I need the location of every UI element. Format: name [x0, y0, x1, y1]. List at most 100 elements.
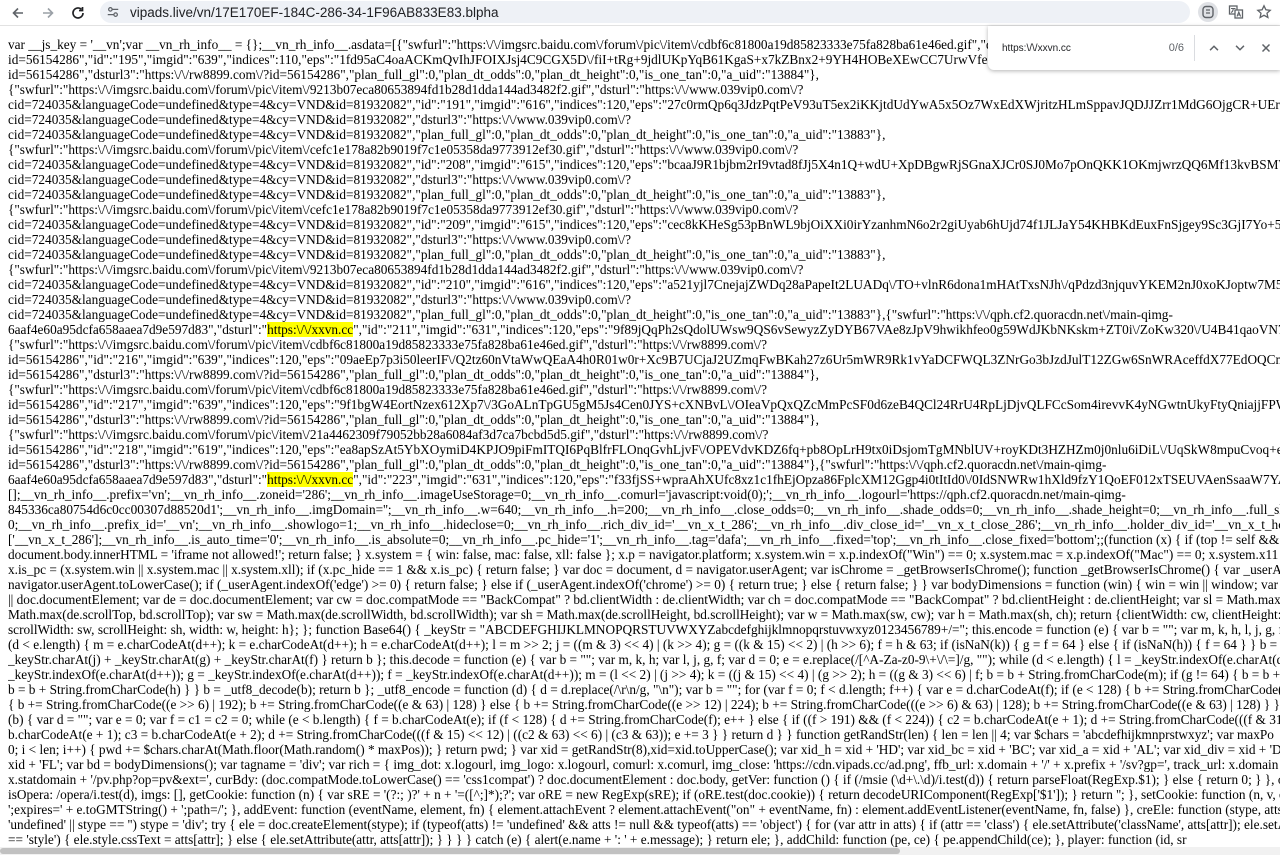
source-text-segment: (d < e.length) { m = e.charCodeAt(d++); …	[8, 637, 1280, 652]
source-line: cid=724035&languageCode=undefined&type=4…	[8, 97, 1280, 112]
find-highlight: https:\/\/xxvn.cc	[267, 472, 354, 487]
source-text-segment: {"swfurl":"https:\/\/imgsrc.baidu.com\/f…	[8, 382, 767, 397]
source-line: navigator.userAgent.toLowerCase(); if (_…	[8, 577, 1280, 592]
forward-button[interactable]	[36, 1, 60, 25]
source-text-segment: == 'style') { ele.style.cssText = atts[a…	[8, 832, 1187, 847]
source-text-segment: || doc.documentElement; var de = doc.doc…	[8, 592, 1280, 607]
source-line: id=56154286","dsturl3":"https:\/\/rw8899…	[8, 457, 1280, 472]
source-line: cid=724035&languageCode=undefined&type=4…	[8, 217, 1280, 232]
horizontal-scrollbar[interactable]	[0, 847, 1280, 855]
source-line: cid=724035&languageCode=undefined&type=4…	[8, 172, 1280, 187]
source-text-segment: Math.max(de.scrollTop, bd.scrollTop); va…	[8, 607, 1280, 622]
source-line: id=56154286","dsturl3":"https:\/\/rw8899…	[8, 412, 1280, 427]
source-text-segment: cid=724035&languageCode=undefined&type=4…	[8, 172, 632, 187]
source-line: xid + 'FL'; var bd = bodyDimensions(); v…	[8, 757, 1280, 772]
chevron-up-icon	[1209, 45, 1219, 51]
source-text-segment: cid=724035&languageCode=undefined&type=4…	[8, 97, 1280, 112]
source-line: 6aaf4e60a95dcfa658aaea7d9e597d83","dstur…	[8, 472, 1280, 487]
source-line: cid=724035&languageCode=undefined&type=4…	[8, 157, 1280, 172]
source-line: b.charCodeAt(e + 1); c3 = b.charCodeAt(e…	[8, 727, 1280, 742]
find-next-button[interactable]	[1227, 35, 1253, 61]
find-divider	[1194, 35, 1195, 61]
source-text-segment: _keyStr.indexOf(e.charAt(d++)); g = _key…	[8, 667, 1280, 682]
source-text-segment: x.is_pc = (x.system.win || x.system.mac …	[8, 562, 1280, 577]
source-text-segment: document.body.innerHTML = 'iframe not al…	[8, 547, 1279, 562]
source-text-segment: ['__vn_x_t_286'];__vn_rh_info__.is_auto_…	[8, 532, 1280, 547]
source-text-segment: cid=724035&languageCode=undefined&type=4…	[8, 292, 632, 307]
source-line: cid=724035&languageCode=undefined&type=4…	[8, 127, 1280, 142]
source-text-segment: 0; i < len; i++) { pwd += $chars.charAt(…	[8, 742, 1280, 757]
source-line: x.is_pc = (x.system.win || x.system.mac …	[8, 562, 1280, 577]
source-line: {"swfurl":"https:\/\/imgsrc.baidu.com\/f…	[8, 82, 1280, 97]
source-line: _keyStr.indexOf(e.charAt(d++)); g = _key…	[8, 667, 1280, 682]
source-line: 0; i < len; i++) { pwd += $chars.charAt(…	[8, 742, 1280, 757]
source-line: (b) { var d = ""; var e = 0; var f = c1 …	[8, 712, 1280, 727]
find-match-count: 0/6	[1168, 42, 1184, 54]
source-line: (d < e.length) { m = e.charCodeAt(d++); …	[8, 637, 1280, 652]
source-text-segment: b.charCodeAt(e + 1); c3 = b.charCodeAt(e…	[8, 727, 1274, 742]
find-close-button[interactable]	[1253, 35, 1279, 61]
source-text-segment: cid=724035&languageCode=undefined&type=4…	[8, 127, 886, 142]
source-text-segment: b = b + String.fromCharCode(h) } } b = _…	[8, 682, 1280, 697]
source-text-segment: cid=724035&languageCode=undefined&type=4…	[8, 232, 632, 247]
arrow-right-icon	[43, 7, 54, 18]
source-text-segment: id=56154286","id":"218","imgid":"619","i…	[8, 442, 1280, 457]
source-line: {"swfurl":"https:\/\/imgsrc.baidu.com\/f…	[8, 262, 1280, 277]
source-text-segment: ';expires=' + e.toGMTString() + ';path=/…	[8, 802, 1280, 817]
source-line: id=56154286","id":"217","imgid":"639","i…	[8, 397, 1280, 412]
back-button[interactable]	[6, 1, 30, 25]
source-text-segment: cid=724035&languageCode=undefined&type=4…	[8, 307, 1173, 322]
source-line: cid=724035&languageCode=undefined&type=4…	[8, 277, 1280, 292]
source-line: cid=724035&languageCode=undefined&type=4…	[8, 232, 1280, 247]
profile-button[interactable]	[1198, 2, 1218, 22]
source-line: {"swfurl":"https:\/\/imgsrc.baidu.com\/f…	[8, 382, 1280, 397]
source-text-segment: 0;__vn_rh_info__.prefix_id='__vn';__vn_r…	[8, 517, 1280, 532]
source-text-segment: cid=724035&languageCode=undefined&type=4…	[8, 217, 1280, 232]
source-text-segment: {"swfurl":"https:\/\/imgsrc.baidu.com\/f…	[8, 82, 804, 97]
find-input[interactable]	[1000, 36, 1122, 60]
browser-toolbar: vipads.live/vn/17E170EF-184C-286-34-1F96…	[0, 0, 1280, 26]
source-text-segment: (b) { var d = ""; var e = 0; var f = c1 …	[8, 712, 1280, 727]
source-text-segment: _keyStr.charAt(j) + _keyStr.charAt(g) + …	[8, 652, 1280, 667]
source-line: {"swfurl":"https:\/\/imgsrc.baidu.com\/f…	[8, 142, 1280, 157]
source-line: 0;__vn_rh_info__.prefix_id='__vn';__vn_r…	[8, 517, 1280, 532]
source-text-segment: {"swfurl":"https:\/\/imgsrc.baidu.com\/f…	[8, 202, 799, 217]
source-line: id=56154286","dsturl3":"https:\/\/rw8899…	[8, 367, 1280, 382]
source-line: 6aaf4e60a95dcfa658aaea7d9e597d83","dstur…	[8, 322, 1280, 337]
url-host: vipads.live	[130, 4, 194, 20]
close-icon	[1261, 43, 1271, 53]
source-text-segment: id=56154286","dsturl3":"https:\/\/rw8899…	[8, 367, 819, 382]
translate-button[interactable]	[1226, 2, 1246, 22]
source-text-segment: id=56154286","id":"217","imgid":"639","i…	[8, 397, 1280, 412]
source-text-segment: cid=724035&languageCode=undefined&type=4…	[8, 187, 886, 202]
bookmark-button[interactable]	[1254, 2, 1274, 22]
page-source-text: var __js_key = '__vn';var __vn_rh_info__…	[8, 37, 1280, 847]
source-text-segment: cid=724035&languageCode=undefined&type=4…	[8, 247, 886, 262]
source-text-segment: {"swfurl":"https:\/\/imgsrc.baidu.com\/f…	[8, 427, 769, 442]
address-bar[interactable]: vipads.live/vn/17E170EF-184C-286-34-1F96…	[100, 1, 1190, 23]
site-info-button[interactable]	[102, 1, 124, 23]
source-text-segment: var __js_key = '__vn';var __vn_rh_info__…	[8, 37, 1150, 52]
source-text-segment: cid=724035&languageCode=undefined&type=4…	[8, 112, 632, 127]
source-line: Math.max(de.scrollTop, bd.scrollTop); va…	[8, 607, 1280, 622]
scrollbar-thumb[interactable]	[0, 848, 900, 854]
chevron-down-icon	[1235, 45, 1245, 51]
url-text[interactable]: vipads.live/vn/17E170EF-184C-286-34-1F96…	[130, 5, 499, 20]
reload-button[interactable]	[66, 1, 90, 25]
profile-icon	[1202, 5, 1214, 19]
find-highlight: https:\/\/xxvn.cc	[267, 322, 354, 337]
source-text-segment: navigator.userAgent.toLowerCase(); if (_…	[8, 577, 1280, 592]
source-line: cid=724035&languageCode=undefined&type=4…	[8, 112, 1280, 127]
site-info-icon	[107, 7, 119, 17]
source-text-segment: 6aaf4e60a95dcfa658aaea7d9e597d83","dstur…	[8, 322, 268, 337]
source-text-segment: { b += String.fromCharCode((e >> 6) | 19…	[8, 697, 1280, 712]
source-line: {"swfurl":"https:\/\/imgsrc.baidu.com\/f…	[8, 427, 1280, 442]
source-text-segment: {"swfurl":"https:\/\/imgsrc.baidu.com\/f…	[8, 142, 799, 157]
source-text-segment: 6aaf4e60a95dcfa658aaea7d9e597d83","dstur…	[8, 472, 268, 487]
arrow-left-icon	[12, 7, 23, 18]
source-line: 845336ca80754d6c0cc00307d88520d1';__vn_r…	[8, 502, 1280, 517]
source-line: cid=724035&languageCode=undefined&type=4…	[8, 307, 1280, 322]
source-text-segment: cid=724035&languageCode=undefined&type=4…	[8, 157, 1280, 172]
find-previous-button[interactable]	[1201, 35, 1227, 61]
source-text-segment: 845336ca80754d6c0cc00307d88520d1';__vn_r…	[8, 502, 1280, 517]
